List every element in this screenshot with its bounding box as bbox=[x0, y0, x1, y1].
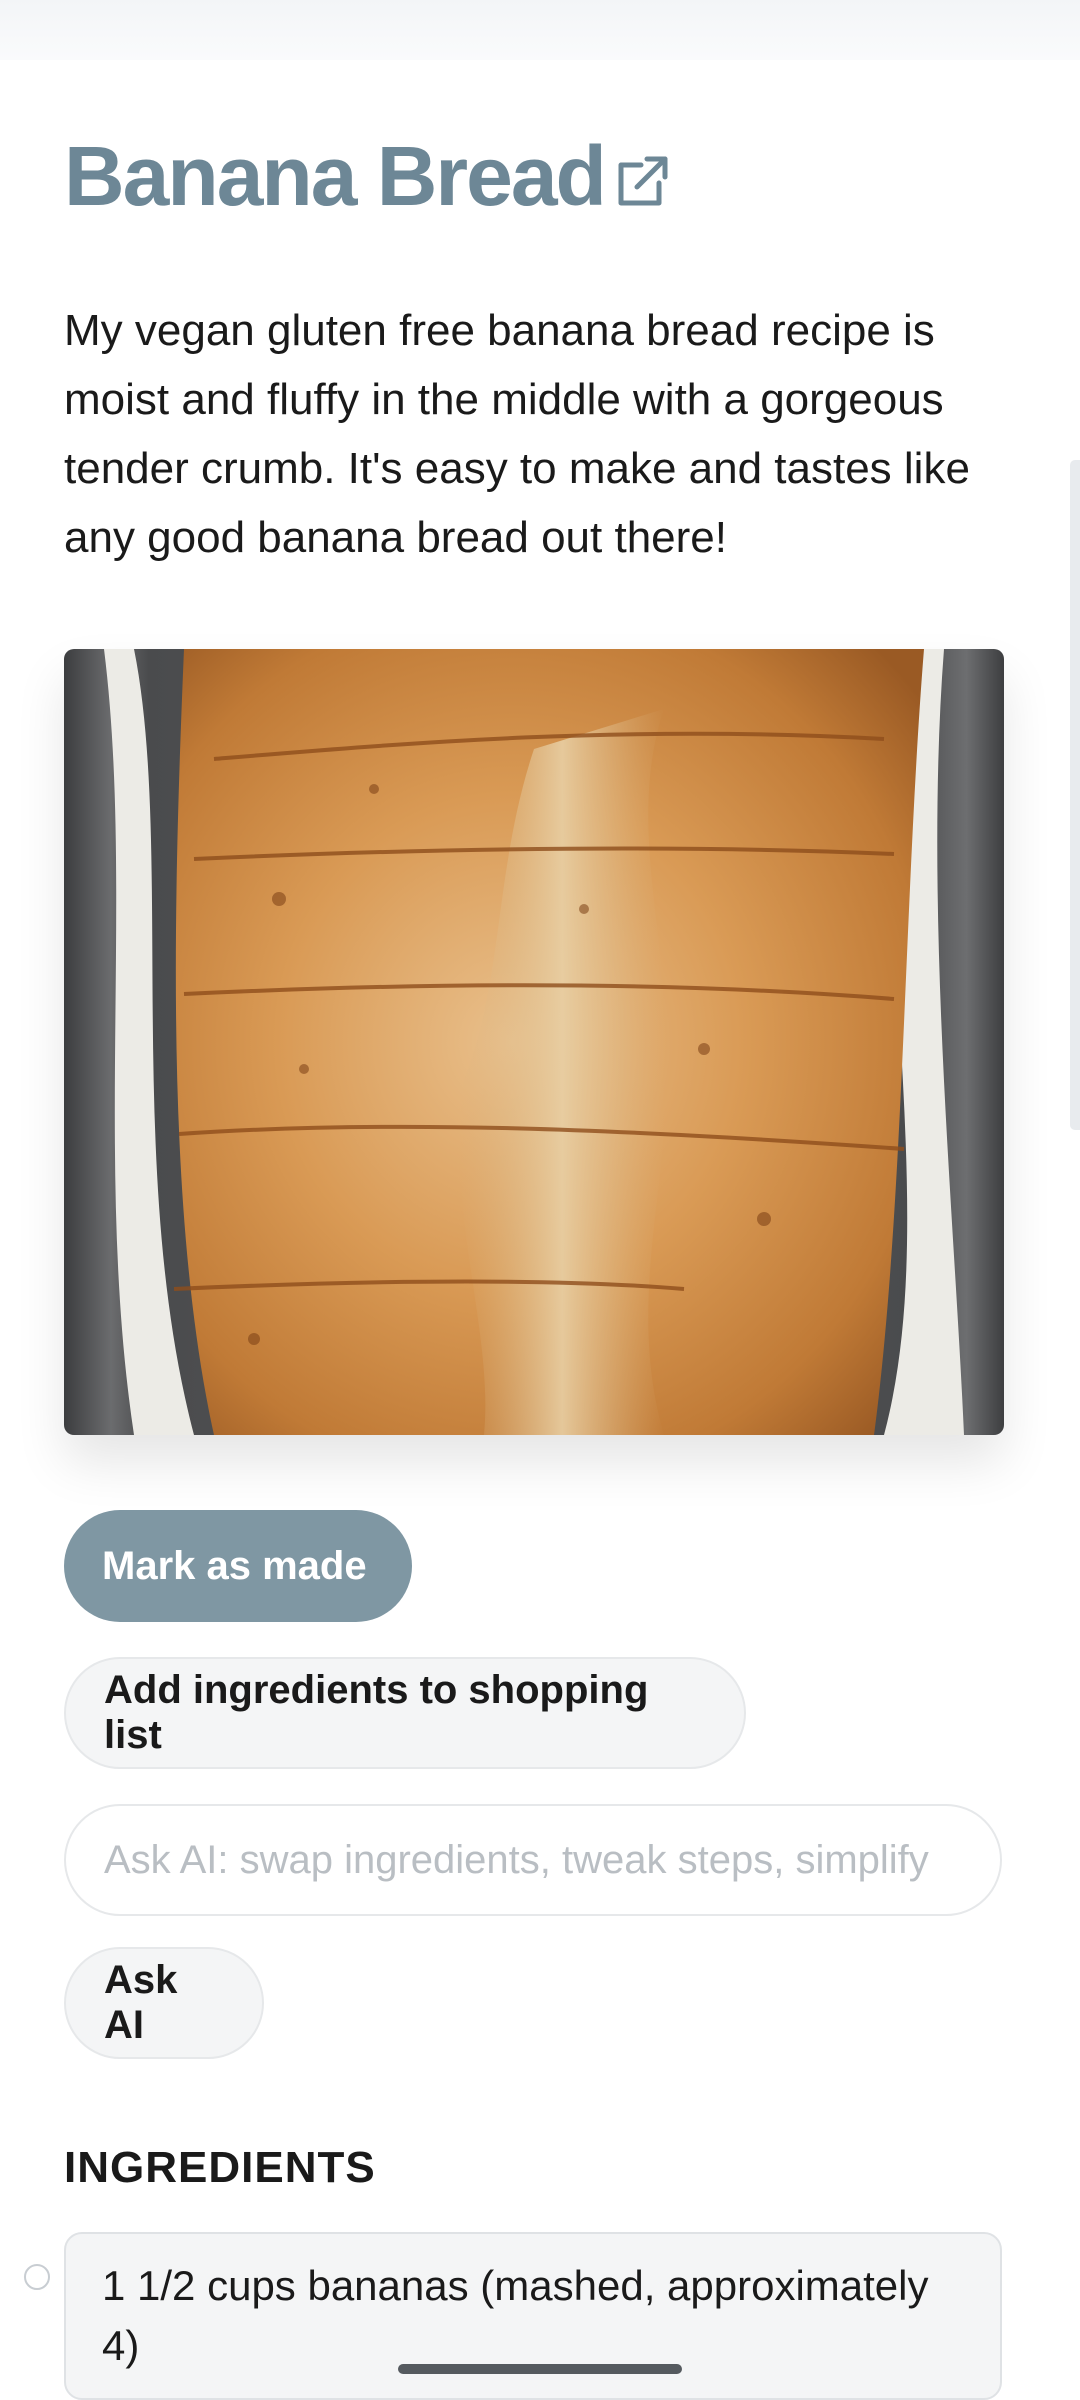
external-link-icon[interactable] bbox=[605, 137, 671, 216]
ask-ai-button[interactable]: Ask AI bbox=[64, 1947, 264, 2059]
recipe-description: My vegan gluten free banana bread recipe… bbox=[64, 306, 970, 562]
ingredient-checkbox[interactable] bbox=[24, 2264, 50, 2290]
ingredient-item[interactable]: 1 1/2 cups bananas (mashed, approximatel… bbox=[64, 2232, 1002, 2400]
top-scroll-fade bbox=[0, 0, 1080, 60]
ask-ai-input[interactable] bbox=[64, 1804, 1002, 1916]
recipe-image bbox=[64, 649, 1004, 1435]
home-indicator[interactable] bbox=[398, 2364, 682, 2374]
scrollbar[interactable] bbox=[1070, 460, 1080, 1130]
mark-as-made-button[interactable]: Mark as made bbox=[64, 1510, 412, 1622]
recipe-title: Banana Bread bbox=[64, 129, 607, 223]
ingredients-heading: INGREDIENTS bbox=[64, 2143, 376, 2192]
title-row: Banana Bread bbox=[64, 128, 671, 225]
add-to-shopping-list-button[interactable]: Add ingredients to shopping list bbox=[64, 1657, 746, 1769]
